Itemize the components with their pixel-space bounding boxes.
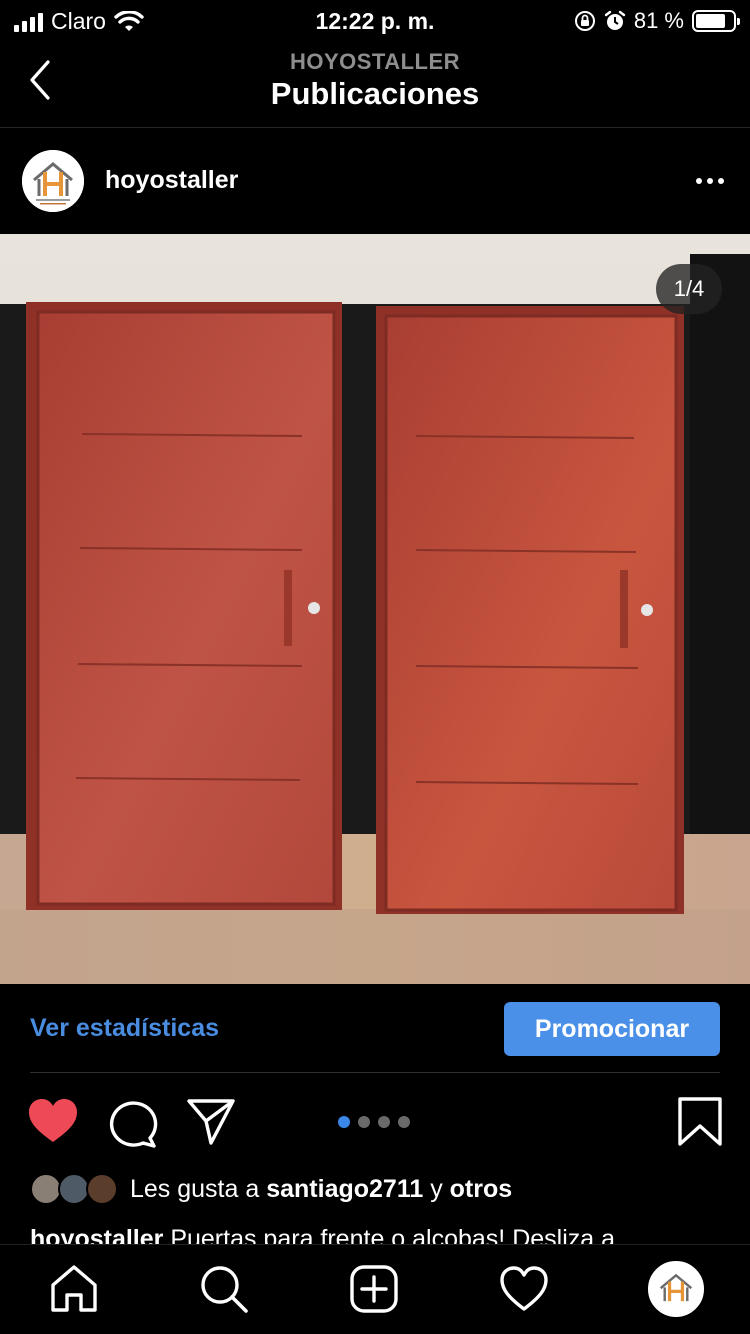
nav-header: HOYOSTALLER Publicaciones: [0, 40, 750, 128]
post-photo[interactable]: 1/4: [0, 234, 750, 984]
like-heart-icon[interactable]: [26, 1096, 80, 1148]
view-insights-link[interactable]: Ver estadísticas: [30, 1014, 219, 1043]
logo-icon: [22, 150, 84, 212]
tab-bar: [0, 1244, 750, 1334]
insights-row: Ver estadísticas Promocionar: [0, 985, 750, 1073]
account-name: HOYOSTALLER: [289, 49, 461, 74]
doors-image: [0, 234, 750, 984]
likes-row[interactable]: Les gusta a santiago2711 y otros: [30, 1170, 512, 1208]
profile-tab-avatar[interactable]: [648, 1261, 704, 1317]
battery-percent: 81 %: [633, 8, 684, 33]
caption: hoyostaller Puertas para frente o alcoba…: [30, 1222, 720, 1246]
alarm-icon: [604, 10, 626, 30]
caption-text: Puertas para frente o alcobas! Desliza a: [170, 1225, 616, 1246]
share-icon[interactable]: [184, 1096, 238, 1148]
status-bar: Claro 12:22 p. m. 81 %: [0, 0, 750, 40]
home-icon[interactable]: [48, 1263, 100, 1315]
orientation-lock-icon: [574, 11, 595, 31]
slide-counter: 1/4: [656, 264, 722, 314]
save-bookmark-icon[interactable]: [674, 1096, 728, 1148]
likes-others[interactable]: otros: [450, 1175, 513, 1203]
page-title: Publicaciones: [270, 76, 480, 111]
logo-icon: [651, 1264, 701, 1314]
search-icon[interactable]: [198, 1263, 250, 1315]
new-post-icon[interactable]: [348, 1263, 400, 1315]
battery-icon: [692, 10, 740, 32]
liker-avatars: [30, 1171, 122, 1207]
activity-heart-icon[interactable]: [498, 1263, 550, 1315]
comment-icon[interactable]: [105, 1096, 159, 1148]
post-username[interactable]: hoyostaller: [105, 166, 238, 195]
carousel-indicator: [338, 1116, 410, 1128]
avatar: [86, 1173, 118, 1205]
promote-button[interactable]: Promocionar: [504, 1002, 720, 1056]
more-options-button[interactable]: [696, 170, 724, 192]
likes-text: Les gusta a santiago2711 y otros: [130, 1174, 513, 1203]
action-row: [0, 1074, 750, 1170]
liker-username[interactable]: santiago2711: [266, 1175, 423, 1203]
caption-username[interactable]: hoyostaller: [30, 1225, 163, 1246]
avatar[interactable]: [22, 150, 84, 212]
post-header: hoyostaller: [0, 130, 750, 234]
divider: [30, 1072, 720, 1073]
